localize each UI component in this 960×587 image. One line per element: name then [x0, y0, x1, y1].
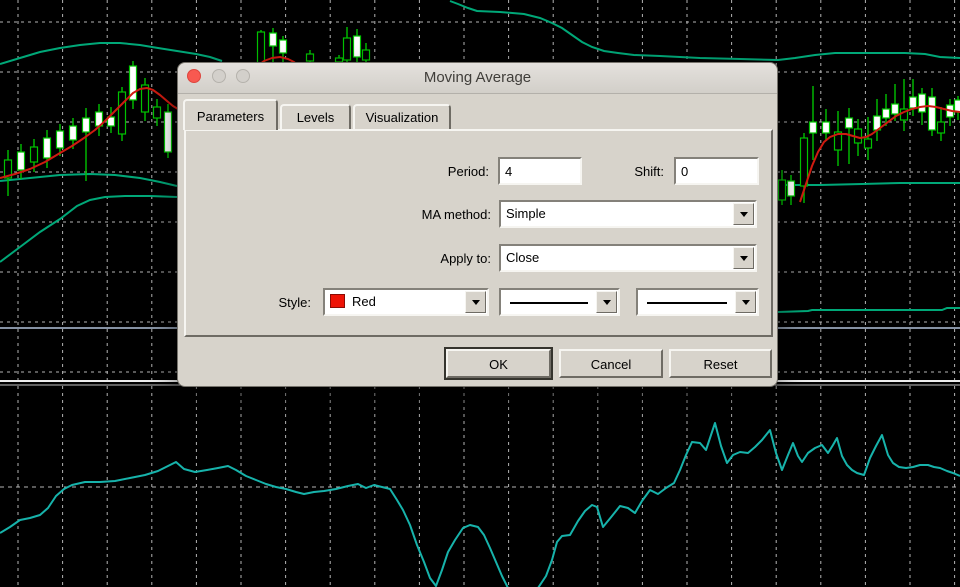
moving-average-dialog: Moving Average Parameters Levels Visuali…	[177, 62, 778, 387]
shift-input[interactable]	[674, 157, 759, 185]
chevron-down-icon	[742, 300, 750, 305]
line-style-dropdown[interactable]	[499, 288, 620, 316]
ma-method-dropdown-arrow[interactable]	[733, 203, 754, 225]
apply-to-dropdown[interactable]: Close	[499, 244, 757, 272]
chevron-down-icon	[740, 256, 748, 261]
apply-to-label: Apply to:	[371, 251, 491, 266]
shift-label: Shift:	[564, 164, 664, 179]
chevron-down-icon	[740, 212, 748, 217]
line-width-dropdown-arrow[interactable]	[735, 291, 756, 313]
tab-levels[interactable]: Levels	[280, 104, 351, 130]
tab-visualization[interactable]: Visualization	[353, 104, 451, 130]
chevron-down-icon	[472, 300, 480, 305]
apply-to-value: Close	[506, 250, 539, 265]
dialog-title: Moving Average	[178, 69, 777, 86]
ma-method-dropdown[interactable]: Simple	[499, 200, 757, 228]
line-width-glyph	[647, 302, 727, 304]
style-label: Style:	[211, 295, 311, 310]
apply-to-dropdown-arrow[interactable]	[733, 247, 754, 269]
ok-button[interactable]: OK	[446, 349, 551, 378]
period-label: Period:	[389, 164, 489, 179]
dialog-title-bar[interactable]: Moving Average	[178, 63, 777, 94]
style-color-dropdown[interactable]: Red	[323, 288, 489, 316]
tab-parameters[interactable]: Parameters	[183, 99, 278, 130]
line-style-dropdown-arrow[interactable]	[596, 291, 617, 313]
reset-button[interactable]: Reset	[669, 349, 772, 378]
ma-method-value: Simple	[506, 206, 546, 221]
style-color-value: Red	[352, 294, 376, 309]
style-color-dropdown-arrow[interactable]	[465, 291, 486, 313]
line-width-dropdown[interactable]	[636, 288, 759, 316]
ma-method-label: MA method:	[371, 207, 491, 222]
chevron-down-icon	[603, 300, 611, 305]
cancel-button[interactable]: Cancel	[559, 349, 663, 378]
color-swatch	[330, 294, 345, 308]
line-style-glyph	[510, 302, 588, 304]
